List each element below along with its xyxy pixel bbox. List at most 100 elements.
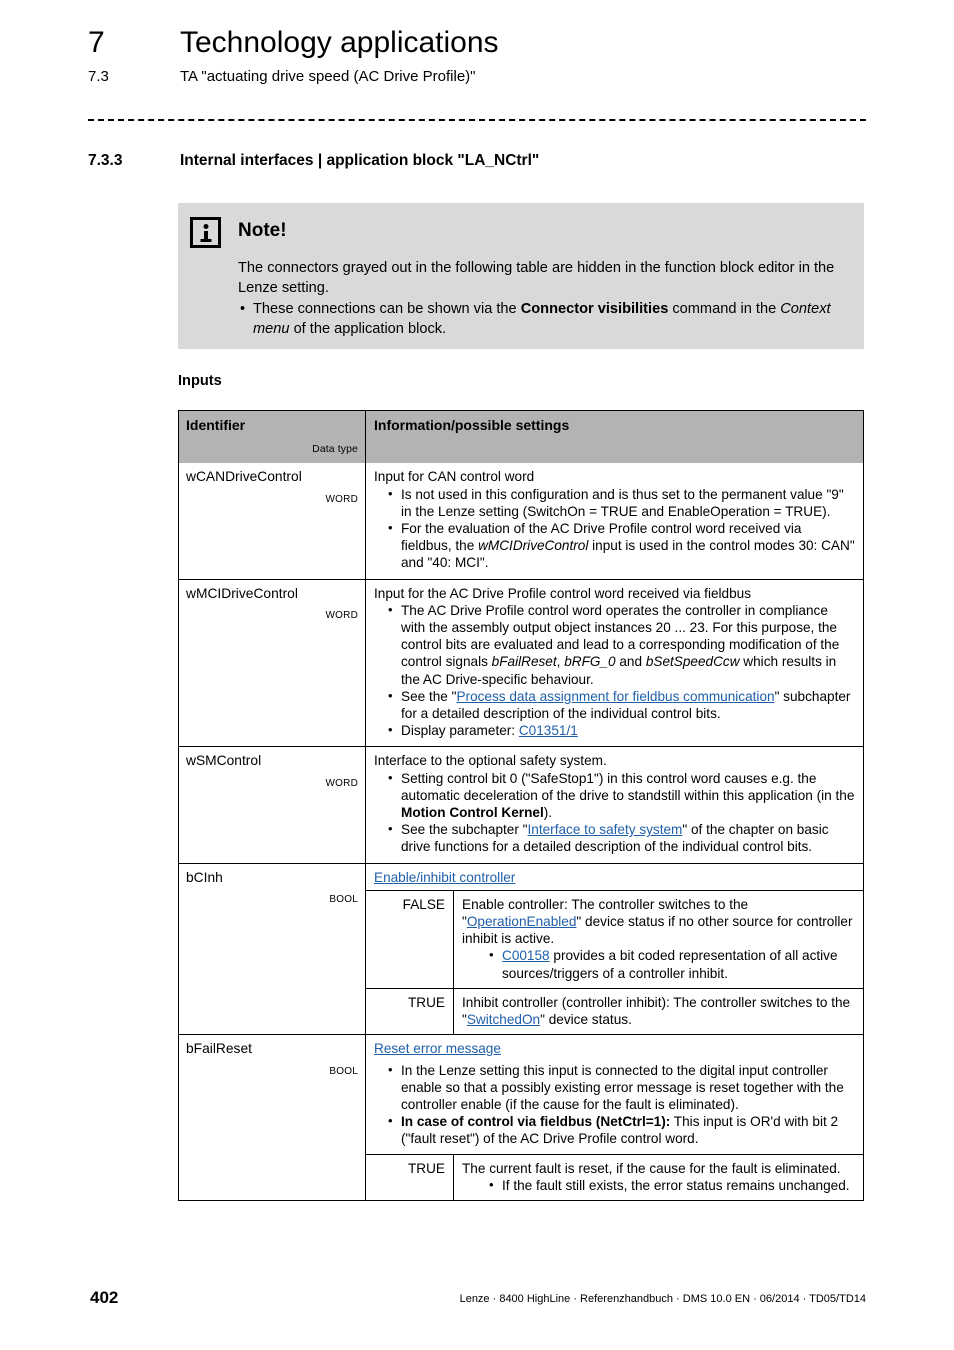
bullet-item: In the Lenze setting this input is conne… (387, 1061, 855, 1114)
bullet-list: The AC Drive Profile control word operat… (374, 601, 855, 740)
row-heading-link[interactable]: Reset error message (366, 1035, 863, 1061)
row-heading-link[interactable]: Enable/inhibit controller (366, 864, 863, 890)
information-lead-text: Interface to the optional safety system. (374, 753, 607, 769)
bullet-item: See the "Process data assignment for fie… (387, 687, 855, 722)
bullet-item: Is not used in this configuration and is… (387, 485, 855, 520)
header-divider (88, 119, 866, 121)
note-bullet-bold: Connector visibilities (520, 301, 669, 317)
value-description-text: The current fault is reset, if the cause… (462, 1160, 855, 1177)
text-run: Setting control bit 0 ("SafeStop1") in t… (401, 770, 855, 803)
text-run: If the fault still exists, the error sta… (502, 1177, 850, 1193)
information-cell: Reset error messageIn the Lenze setting … (366, 1035, 863, 1200)
text-run: Display parameter: (401, 723, 519, 739)
strong-text: In case of control via fieldbus (NetCtrl… (401, 1114, 671, 1130)
note-title: Note! (238, 220, 287, 241)
chapter-title: Technology applications (180, 26, 499, 59)
text-run: See the " (401, 688, 457, 704)
value-description-text: Enable controller: The controller switch… (462, 896, 855, 948)
information-cell: Input for CAN control wordIs not used in… (366, 463, 863, 578)
header-section-title: TA "actuating drive speed (AC Drive Prof… (180, 68, 476, 85)
identifier-name: bFailReset (186, 1041, 252, 1057)
value-label: FALSE (366, 890, 454, 988)
page-number: 402 (90, 1288, 119, 1307)
cross-reference-link[interactable]: C00158 (502, 948, 550, 963)
bullet-item: C00158 provides a bit coded representati… (488, 946, 855, 981)
cross-reference-link[interactable]: SwitchedOn (467, 1012, 540, 1027)
value-row: FALSE Enable controller: The controller s… (366, 889, 863, 988)
information-lead-text: Input for the AC Drive Profile control w… (374, 585, 752, 601)
section-title: Internal interfaces | application block … (180, 152, 540, 169)
column-header-identifier: Identifier (186, 417, 246, 433)
value-description-text: Inhibit controller (controller inhibit):… (462, 994, 855, 1028)
cross-reference-link[interactable]: Interface to safety system (528, 822, 683, 837)
value-subtable: FALSE Enable controller: The controller s… (366, 889, 863, 1035)
value-description: The current fault is reset, if the cause… (454, 1155, 863, 1200)
emphasis-text: bSetSpeedCcw (645, 654, 740, 670)
footer-text: Lenze · 8400 HighLine · Referenzhandbuch… (459, 1293, 866, 1305)
bullet-list: If the fault still exists, the error sta… (462, 1176, 855, 1194)
identifier-datatype: BOOL (329, 1065, 358, 1077)
table-caption: Inputs (178, 373, 222, 389)
value-description: Inhibit controller (controller inhibit):… (454, 989, 863, 1034)
header-section-number: 7.3 (88, 68, 109, 85)
table-header-row: Identifier Data type Information/possibl… (179, 411, 863, 464)
text-run: ). (543, 805, 553, 821)
bullet-item: See the subchapter "Interface to safety … (387, 820, 855, 855)
note-bullet-post: of the application block. (289, 320, 447, 337)
identifier-cell: wSMControl WORD (179, 747, 366, 863)
value-row: TRUE Inhibit controller (controller inhib… (366, 987, 863, 1035)
info-icon-dot (203, 224, 208, 229)
cross-reference-link[interactable]: Process data assignment for fieldbus com… (456, 689, 774, 704)
note-bullet-pre: These connections can be shown via the (253, 301, 521, 317)
information-cell: Enable/inhibit controller FALSE Enable con… (366, 864, 863, 1035)
identifier-datatype: WORD (325, 609, 358, 621)
table-row: wMCIDriveControl WORD Input for the AC Dri… (179, 578, 863, 747)
column-header-information: Information/possible settings (374, 417, 570, 433)
document-page: 7 Technology applications 7.3 TA "actuat… (0, 0, 954, 1350)
bullet-item: Display parameter: C01351/1 (387, 721, 855, 739)
identifier-datatype: BOOL (329, 893, 358, 905)
bullet-item: The AC Drive Profile control word operat… (387, 601, 855, 688)
info-icon (190, 217, 221, 248)
cross-reference-link[interactable]: OperationEnabled (467, 914, 577, 929)
text-run: " device status. (540, 1012, 632, 1028)
bullet-list: C00158 provides a bit coded representati… (462, 946, 855, 981)
table-row: bFailReset BOOL Reset error messageIn the … (179, 1034, 863, 1200)
text-run: and (615, 654, 646, 670)
information-lead-text: Input for CAN control word (374, 469, 535, 485)
bullet-item: If the fault still exists, the error sta… (488, 1176, 855, 1194)
table-header-identifier-cell: Identifier Data type (179, 411, 366, 464)
section-heading: 7.3.3 Internal interfaces | application … (88, 150, 539, 171)
bullet-item: In case of control via fieldbus (NetCtrl… (387, 1112, 855, 1147)
value-row: TRUE The current fault is reset, if the c… (366, 1153, 863, 1200)
identifier-datatype: WORD (325, 777, 358, 789)
bullet-item: For the evaluation of the AC Drive Profi… (387, 519, 855, 572)
bullet-list: Is not used in this configuration and is… (374, 485, 855, 572)
text-run: Is not used in this configuration and is… (401, 486, 844, 519)
identifier-cell: bFailReset BOOL (179, 1035, 366, 1200)
text-run: In the Lenze setting this input is conne… (401, 1062, 844, 1112)
row-heading-bullets: In the Lenze setting this input is conne… (366, 1061, 863, 1154)
emphasis-text: bFailReset (491, 654, 557, 670)
note-paragraph: The connectors grayed out in the followi… (238, 260, 835, 296)
text-run: The current fault is reset, if the cause… (462, 1160, 841, 1176)
table-header-information-cell: Information/possible settings (366, 411, 863, 463)
bullet-item: Setting control bit 0 ("SafeStop1") in t… (387, 769, 855, 822)
identifier-name: wMCIDriveControl (186, 585, 298, 601)
note-bullet-mid: command in the (668, 301, 781, 317)
bullet-list: Setting control bit 0 ("SafeStop1") in t… (374, 769, 855, 856)
strong-text: Motion Control Kernel (401, 805, 544, 821)
identifier-cell: wCANDriveControl WORD (179, 463, 366, 579)
note-box: Note! The connectors grayed out in the f… (178, 203, 864, 349)
value-description: Enable controller: The controller switch… (454, 891, 863, 988)
information-cell: Interface to the optional safety system.… (366, 747, 863, 862)
chapter-line: 7 Technology applications (88, 24, 868, 62)
table-row: wCANDriveControl WORD Input for CAN contro… (179, 463, 863, 579)
section-line: 7.3 TA "actuating drive speed (AC Drive … (88, 67, 868, 87)
identifier-cell: bCInh BOOL (179, 863, 366, 1035)
value-label: TRUE (366, 988, 454, 1035)
table-row: wSMControl WORD Interface to the optional … (179, 746, 863, 863)
table-body: wCANDriveControl WORD Input for CAN contro… (179, 463, 863, 1200)
cross-reference-link[interactable]: C01351/1 (519, 723, 578, 738)
identifier-name: wCANDriveControl (186, 469, 302, 485)
